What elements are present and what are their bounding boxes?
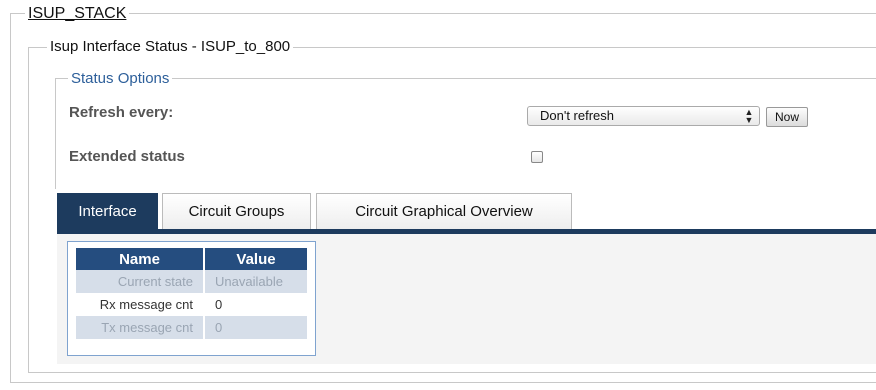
table-row: Rx message cnt 0 <box>76 293 307 316</box>
status-options-legend: Status Options <box>68 70 173 88</box>
header-name: Name <box>76 248 205 270</box>
refresh-select-value: Don't refresh <box>540 108 615 123</box>
row-value: Unavailable <box>205 270 307 293</box>
row-value: 0 <box>205 316 307 339</box>
row-name: Current state <box>76 270 205 293</box>
table-row: Current state Unavailable <box>76 270 307 293</box>
refresh-label: Refresh every: <box>69 104 174 121</box>
now-button[interactable]: Now <box>766 107 808 127</box>
tab-interface[interactable]: Interface <box>57 193 158 229</box>
refresh-select[interactable]: Don't refresh ▲ ▼ <box>527 106 760 126</box>
row-name: Tx message cnt <box>76 316 205 339</box>
tab-circuit-groups-label: Circuit Groups <box>188 203 285 220</box>
table-row: Tx message cnt 0 <box>76 316 307 339</box>
extended-status-label: Extended status <box>69 148 185 165</box>
isup-stack-legend: ISUP_STACK <box>25 5 130 23</box>
tab-circuit-graphical-overview[interactable]: Circuit Graphical Overview <box>316 193 572 229</box>
row-name: Rx message cnt <box>76 293 205 316</box>
interface-table-box: Name Value Current state Unavailable Rx … <box>67 241 316 356</box>
table-header-row: Name Value <box>76 248 307 270</box>
status-options-fieldset: Status Options <box>55 70 876 189</box>
tab-circuit-groups[interactable]: Circuit Groups <box>162 193 311 229</box>
tab-circuit-graphical-overview-label: Circuit Graphical Overview <box>355 203 533 220</box>
row-value: 0 <box>205 293 307 316</box>
interface-table: Name Value Current state Unavailable Rx … <box>76 248 307 339</box>
extended-status-checkbox[interactable] <box>531 151 543 163</box>
interface-status-legend: Isup Interface Status - ISUP_to_800 <box>47 38 294 56</box>
tab-interface-label: Interface <box>78 203 137 220</box>
header-value: Value <box>205 248 307 270</box>
select-arrows-icon: ▲ ▼ <box>744 107 754 125</box>
